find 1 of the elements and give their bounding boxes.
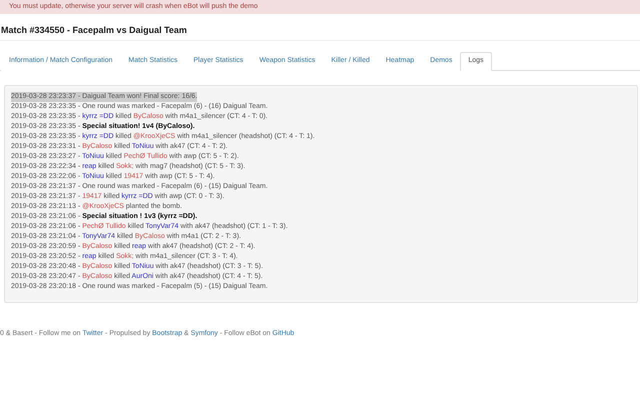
match-title: Match #334550 - Facepalm vs Daigual Team — [0, 24, 188, 37]
